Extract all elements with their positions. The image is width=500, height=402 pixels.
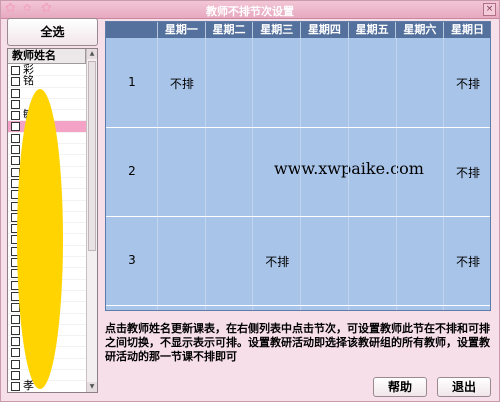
grid-column-line [252,38,254,310]
teacher-row[interactable]: 彩 [8,64,86,77]
teacher-checkbox[interactable] [11,111,20,121]
teacher-checkbox[interactable] [11,382,20,392]
teacher-checkbox[interactable] [11,348,20,358]
dialog-window: ✿ ✿ ✿ 教师不排节次设置 × 全选 教师姓名 彩铭敏孝娟荣 ▲ ▼ 星期一星… [0,0,500,402]
window-title: 教师不排节次设置 [206,5,294,18]
period-number: 2 [128,163,136,178]
help-button[interactable]: 帮助 [373,377,427,397]
schedule-header-row: 星期一 星期二 星期三 星期四 星期五 星期六 星期日 [106,22,490,38]
day-header[interactable]: 星期日 [444,22,490,38]
grid-column-line [395,38,397,310]
schedule-cell[interactable]: 不排 [444,75,490,92]
schedule-cell[interactable]: 不排 [444,164,490,181]
teacher-checkbox[interactable] [11,337,20,347]
day-header[interactable]: 星期三 [253,22,302,38]
teacher-checkbox[interactable] [11,359,20,369]
teacher-checkbox[interactable] [11,145,20,155]
teacher-checkbox[interactable] [11,66,20,75]
teacher-checkbox[interactable] [11,99,20,109]
teacher-name: 铭 [23,74,34,88]
scroll-down-icon[interactable]: ▼ [87,382,97,392]
title-bar[interactable]: ✿ ✿ ✿ 教师不排节次设置 × [1,1,499,19]
schedule-grid: 星期一 星期二 星期三 星期四 星期五 星期六 星期日 www.xwpaike.com 1 不… [105,21,491,311]
grid-column-line [300,38,302,310]
schedule-cell[interactable]: 不排 [444,253,490,270]
grid-column-line [347,38,349,310]
teacher-row[interactable]: 铭 [8,74,86,88]
teacher-checkbox[interactable] [11,122,20,132]
day-header[interactable]: 星期六 [397,22,445,38]
teacher-list-scrollbar[interactable]: ▲ ▼ [86,49,97,392]
redaction-mark [17,89,63,389]
teacher-name: 娟 [23,391,34,392]
teacher-checkbox[interactable] [11,88,20,98]
scroll-up-icon[interactable]: ▲ [87,49,97,59]
scrollbar-thumb[interactable] [88,61,96,251]
teacher-checkbox[interactable] [11,77,20,87]
day-header[interactable]: 星期一 [158,22,206,38]
close-icon[interactable]: × [483,3,496,16]
select-all-button[interactable]: 全选 [7,18,98,46]
teacher-row[interactable]: 孝 [8,380,86,392]
day-header[interactable]: 星期五 [349,22,397,38]
day-header[interactable]: 星期二 [206,22,254,38]
period-number: 1 [128,74,136,89]
teacher-checkbox[interactable] [11,314,20,324]
schedule-cell[interactable]: 不排 [253,253,301,270]
period-column-header [106,22,158,38]
period-number: 3 [128,252,136,267]
schedule-cell[interactable]: 不排 [158,75,206,92]
grid-row-line [106,305,490,306]
exit-button[interactable]: 退出 [437,377,491,397]
teacher-checkbox[interactable] [11,156,20,166]
day-header[interactable]: 星期四 [301,22,349,38]
teacher-checkbox[interactable] [11,371,20,381]
grid-row-line [106,216,490,217]
teacher-list-panel: 教师姓名 彩铭敏孝娟荣 ▲ ▼ [7,48,98,393]
instruction-text: 点击教师姓名更新课表，在右侧列表中点击节次，可设置教师此节在不排和可排之间切换，… [105,322,490,363]
grid-row-line [106,127,490,128]
watermark-text: www.xwpaike.com [274,159,424,178]
teacher-checkbox[interactable] [11,325,20,335]
teacher-name-column-header[interactable]: 教师姓名 [8,49,86,64]
teacher-checkbox[interactable] [11,133,20,143]
